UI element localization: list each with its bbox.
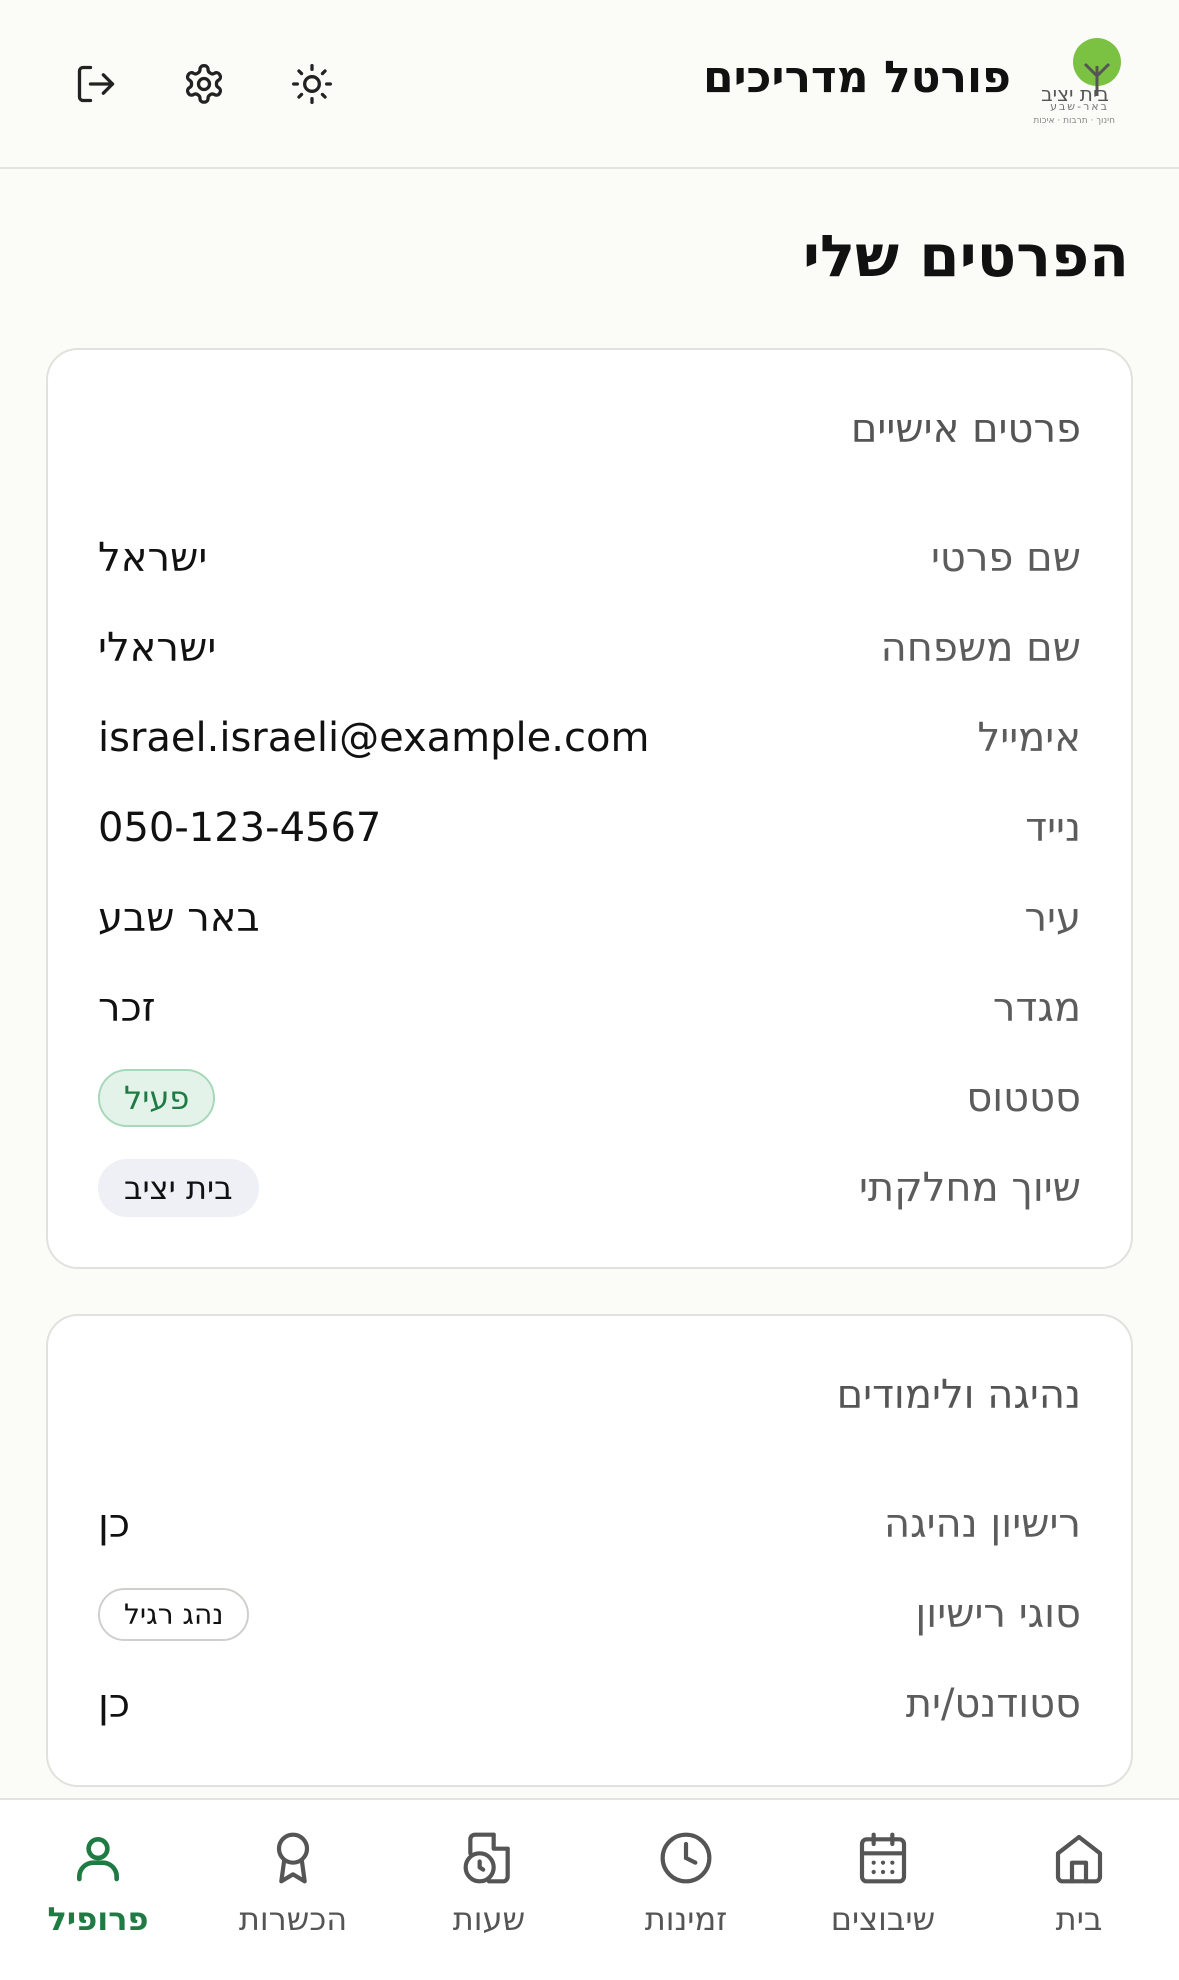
app-title: פורטל מדריכים bbox=[702, 52, 1011, 103]
nav-label: פרופיל bbox=[47, 1900, 149, 1938]
nav-item-home[interactable]: בית bbox=[999, 1830, 1159, 1950]
student-row: סטודנט/ית כן bbox=[98, 1674, 1081, 1734]
email-value: israel.israeli@example.com bbox=[98, 715, 650, 761]
bottom-navigation: פרופיל הכשרות שעות זמינות שיבוצים בית bbox=[0, 1798, 1179, 1980]
clock-icon bbox=[660, 1832, 712, 1884]
field-label: סוגי רישיון bbox=[915, 1591, 1081, 1637]
field-value: זכר bbox=[98, 985, 156, 1031]
department-badge: בית יציב bbox=[98, 1159, 259, 1217]
page-title: הפרטים שלי bbox=[802, 222, 1129, 290]
field-value: כן bbox=[98, 1501, 131, 1547]
nav-item-trainings[interactable]: הכשרות bbox=[213, 1830, 373, 1950]
calendar-icon bbox=[859, 1832, 907, 1884]
field-value: כן bbox=[98, 1681, 131, 1727]
field-label: נייד bbox=[1025, 805, 1081, 851]
department-row: שיוך מחלקתי בית יציב bbox=[98, 1158, 1081, 1218]
field-label: שם פרטי bbox=[930, 535, 1081, 581]
personal-details-card: פרטים אישיים שם פרטי ישראל שם משפחה ישרא… bbox=[46, 348, 1133, 1269]
nav-label: הכשרות bbox=[238, 1900, 348, 1938]
nav-item-availability[interactable]: זמינות bbox=[606, 1830, 766, 1950]
nav-item-assignments[interactable]: שיבוצים bbox=[803, 1830, 963, 1950]
phone-value: 050-123-4567 bbox=[98, 805, 382, 851]
city-row: עיר באר שבע bbox=[98, 888, 1081, 948]
last-name-row: שם משפחה ישראלי bbox=[98, 618, 1081, 678]
driving-license-row: רישיון נהיגה כן bbox=[98, 1494, 1081, 1554]
award-icon bbox=[276, 1832, 310, 1884]
settings-button[interactable] bbox=[174, 54, 234, 114]
status-value-wrap: פעיל bbox=[98, 1069, 216, 1127]
field-label: שיוך מחלקתי bbox=[858, 1165, 1081, 1211]
nav-item-hours[interactable]: שעות bbox=[409, 1830, 569, 1950]
field-label: אימייל bbox=[977, 715, 1081, 761]
nav-item-profile[interactable]: פרופיל bbox=[18, 1830, 178, 1950]
phone-row: נייד 050-123-4567 bbox=[98, 798, 1081, 858]
field-label: רישיון נהיגה bbox=[883, 1501, 1081, 1547]
logo: בית יציב באר-שבע חינוך · תרבות · איכות bbox=[1025, 36, 1131, 132]
card-title: פרטים אישיים bbox=[850, 406, 1081, 452]
app-header: בית יציב באר-שבע חינוך · תרבות · איכות פ… bbox=[0, 0, 1179, 169]
field-value: ישראלי bbox=[98, 625, 217, 671]
card-title: נהיגה ולימודים bbox=[836, 1372, 1081, 1418]
driving-studies-card: נהיגה ולימודים רישיון נהיגה כן סוגי רישי… bbox=[46, 1314, 1133, 1787]
field-label: שם משפחה bbox=[880, 625, 1081, 671]
field-value: ישראל bbox=[98, 535, 208, 581]
email-row: אימייל israel.israeli@example.com bbox=[98, 708, 1081, 768]
field-label: סטודנט/ית bbox=[905, 1681, 1081, 1727]
theme-toggle-button[interactable] bbox=[282, 54, 342, 114]
logo-tagline: חינוך · תרבות · איכות bbox=[1033, 116, 1115, 126]
license-value-wrap: נהג רגיל bbox=[98, 1587, 250, 1641]
file-clock-icon bbox=[463, 1832, 510, 1884]
nav-label: שיבוצים bbox=[830, 1900, 936, 1938]
first-name-row: שם פרטי ישראל bbox=[98, 528, 1081, 588]
field-value: באר שבע bbox=[98, 895, 260, 941]
logout-button[interactable] bbox=[66, 54, 126, 114]
license-types-row: סוגי רישיון נהג רגיל bbox=[98, 1584, 1081, 1644]
field-label: עיר bbox=[1024, 895, 1081, 941]
nav-label: בית bbox=[1055, 1900, 1103, 1938]
home-icon bbox=[1055, 1834, 1103, 1884]
user-icon bbox=[77, 1837, 119, 1882]
logout-icon bbox=[77, 65, 115, 103]
status-row: סטטוס פעיל bbox=[98, 1068, 1081, 1128]
field-label: מגדר bbox=[992, 985, 1081, 1031]
nav-label: שעות bbox=[452, 1900, 526, 1938]
status-badge: פעיל bbox=[98, 1069, 216, 1127]
gender-row: מגדר זכר bbox=[98, 978, 1081, 1038]
sun-icon bbox=[292, 64, 332, 104]
gear-icon bbox=[185, 64, 223, 104]
department-value-wrap: בית יציב bbox=[98, 1159, 259, 1217]
license-type-badge: נהג רגיל bbox=[98, 1587, 250, 1641]
nav-label: זמינות bbox=[644, 1900, 728, 1938]
field-label: סטטוס bbox=[966, 1075, 1081, 1121]
logo-subtext: באר-שבע bbox=[1050, 100, 1109, 113]
